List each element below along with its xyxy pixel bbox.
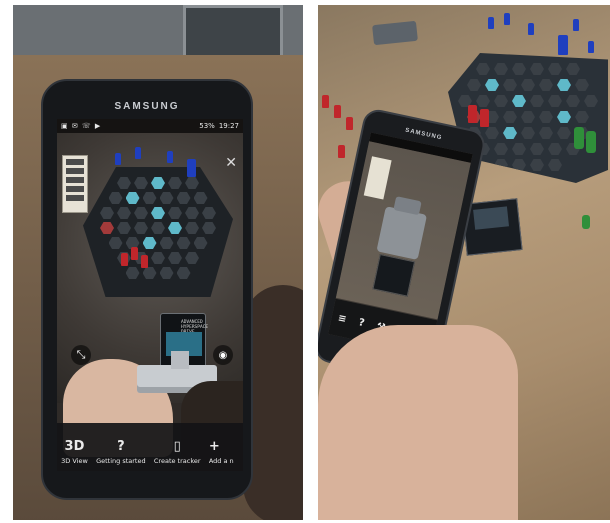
hex-game-board: [83, 167, 233, 297]
ar-3d-model: [376, 206, 428, 260]
red-miniature: [468, 105, 477, 123]
holding-hand: [318, 325, 518, 520]
camera-icon[interactable]: ◉: [213, 345, 233, 365]
red-miniature: [121, 253, 128, 266]
samsung-phone: SAMSUNG ▣ ✉ ☏ ▶ 53% 19:27 ✕ ADVANCED HYP…: [41, 79, 253, 500]
toolbar-label: Getting started: [96, 457, 146, 465]
blue-miniature: [488, 17, 494, 29]
green-miniature: [582, 215, 590, 229]
toolbar-label: Add a n: [208, 457, 234, 465]
blue-miniature: [558, 35, 568, 55]
blue-miniature: [167, 151, 173, 163]
blue-miniature: [115, 153, 121, 165]
blue-miniature: [588, 41, 594, 53]
red-miniature: [131, 247, 138, 260]
notification-icons: ▣ ✉ ☏ ▶: [61, 122, 102, 130]
menu-icon[interactable]: ≡: [337, 312, 347, 325]
game-card: [372, 253, 416, 297]
blue-miniature: [135, 147, 141, 159]
toolbar-getting-started-button[interactable]: ? Getting started: [96, 439, 146, 465]
red-miniature: [322, 95, 329, 108]
right-photo: SAMSUNG ≡ ? ⚒ ⚒ +: [318, 5, 610, 520]
plus-icon: +: [208, 439, 220, 454]
toolbar-label: Create tracker: [153, 457, 201, 465]
toolbar-3d-view-button[interactable]: 3D 3D View: [61, 439, 88, 465]
green-miniature: [586, 131, 596, 153]
red-miniature: [141, 255, 148, 268]
red-miniature: [346, 117, 353, 130]
phone-brand: SAMSUNG: [114, 101, 180, 112]
ar-camera-view[interactable]: ✕ ADVANCED HYPERSPACE ⤡ ◉: [57, 133, 243, 471]
red-miniature: [480, 109, 489, 127]
help-icon: ?: [117, 439, 125, 454]
green-miniature: [574, 127, 584, 149]
clock-time: 19:27: [218, 122, 239, 130]
toolbar-create-tracker-button[interactable]: ▯ Create tracker: [154, 439, 201, 465]
red-miniature: [334, 105, 341, 118]
close-icon[interactable]: ✕: [225, 155, 237, 171]
tracker-sheet: [62, 155, 88, 213]
bottom-toolbar: 3D 3D View ? Getting started ▯ Create tr…: [57, 423, 243, 471]
blue-miniature: [187, 159, 196, 177]
blue-miniature: [573, 19, 579, 31]
help-icon[interactable]: ?: [358, 317, 366, 329]
phone-screen: ▣ ✉ ☏ ▶ 53% 19:27 ✕ ADVANCED HYPERSPACE …: [57, 119, 243, 471]
collapse-icon[interactable]: ⤡: [71, 345, 91, 365]
card-artwork: [473, 206, 510, 230]
left-photo: SAMSUNG ▣ ✉ ☏ ▶ 53% 19:27 ✕ ADVANCED HYP…: [13, 5, 303, 520]
status-bar: ▣ ✉ ☏ ▶ 53% 19:27: [57, 119, 243, 133]
red-miniature: [338, 145, 345, 158]
ar-camera-view[interactable]: [335, 141, 471, 320]
game-box: [372, 20, 418, 46]
battery-level: 53%: [199, 122, 215, 130]
3d-icon: 3D: [64, 439, 85, 454]
phone-screen: ≡ ? ⚒ ⚒ +: [328, 132, 473, 356]
tracker-sheet: [363, 156, 392, 200]
toolbar-add-button[interactable]: + Add a n: [209, 439, 239, 465]
blue-miniature: [528, 23, 534, 35]
blue-miniature: [504, 13, 510, 25]
tracker-icon: ▯: [173, 439, 181, 454]
toolbar-label: 3D View: [61, 457, 88, 465]
